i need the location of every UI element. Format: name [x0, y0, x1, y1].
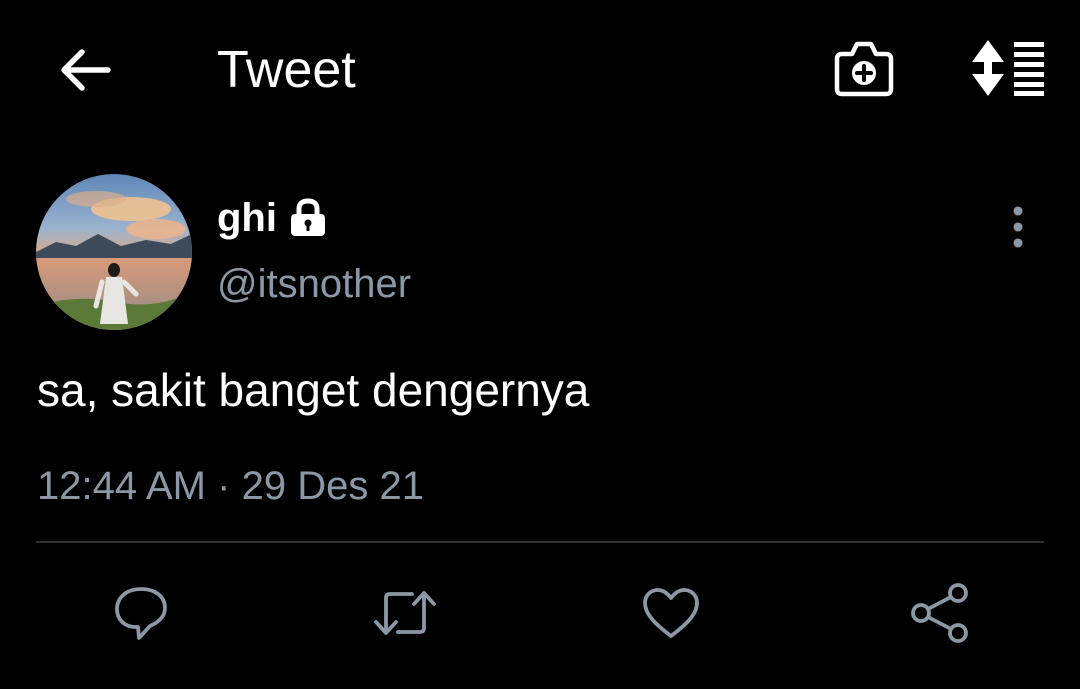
- share-icon: [911, 583, 968, 643]
- retweet-icon: [374, 591, 436, 635]
- retweet-button[interactable]: [370, 578, 440, 648]
- author-name-row: ghi: [217, 190, 329, 246]
- sort-list-icon: [972, 40, 1044, 96]
- back-button[interactable]: [52, 40, 116, 100]
- tweet-text: sa, sakit banget dengernya: [37, 364, 590, 416]
- camera-plus-icon: [834, 41, 894, 97]
- more-vertical-icon: [1013, 206, 1023, 248]
- timestamp-separator: ·: [217, 464, 231, 508]
- reply-button[interactable]: [106, 578, 176, 648]
- avatar[interactable]: [36, 174, 192, 330]
- reply-icon: [115, 587, 167, 640]
- divider: [36, 541, 1044, 543]
- avatar-photo: [36, 174, 192, 330]
- more-options-button[interactable]: [996, 198, 1040, 256]
- display-name[interactable]: ghi: [217, 190, 277, 246]
- sort-replies-button[interactable]: [966, 36, 1050, 100]
- page-title: Tweet: [217, 41, 356, 99]
- tweet-date: 29 Des 21: [241, 464, 424, 508]
- lock-icon: [287, 197, 329, 239]
- share-button[interactable]: [904, 578, 974, 648]
- user-handle[interactable]: @itsnother: [217, 258, 411, 310]
- like-button[interactable]: [636, 578, 706, 648]
- arrow-left-icon: [61, 49, 111, 91]
- add-photo-button[interactable]: [830, 36, 898, 100]
- tweet-time: 12:44 AM: [37, 464, 207, 508]
- tweet-timestamp[interactable]: 12:44 AM · 29 Des 21: [37, 458, 424, 514]
- heart-icon: [643, 588, 699, 638]
